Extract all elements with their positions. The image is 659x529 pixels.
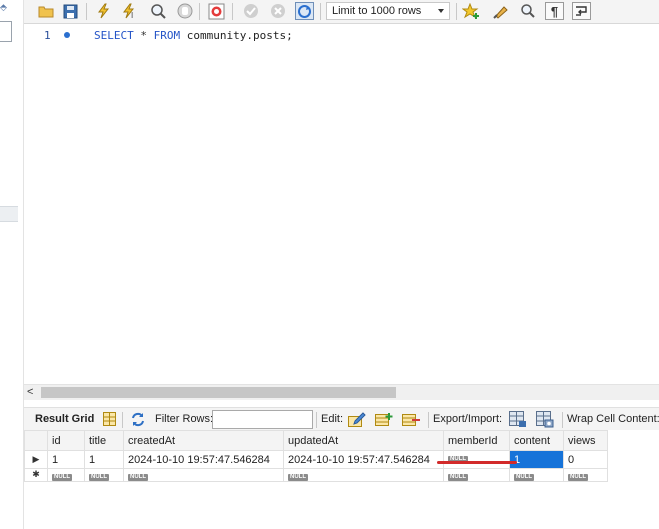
- column-header-content[interactable]: content: [509, 430, 564, 451]
- explain-icon[interactable]: [148, 2, 167, 20]
- grid-view-icon[interactable]: [103, 412, 116, 429]
- null-badge: NULL: [514, 474, 534, 481]
- result-grid-tab[interactable]: Result Grid: [35, 413, 94, 425]
- execute-current-icon[interactable]: I: [120, 2, 139, 20]
- side-input-box[interactable]: [0, 21, 12, 42]
- cell-id[interactable]: 1: [47, 450, 85, 469]
- toolbar-separator: [456, 3, 457, 20]
- new-cell-id[interactable]: NULL: [47, 468, 85, 482]
- new-cell-createdAt[interactable]: NULL: [123, 468, 284, 482]
- filter-rows-label: Filter Rows:: [155, 413, 214, 425]
- cell-createdAt[interactable]: 2024-10-10 19:57:47.546284: [123, 450, 284, 469]
- null-badge: NULL: [128, 474, 148, 481]
- column-header-views[interactable]: views: [563, 430, 608, 451]
- cell-views[interactable]: 0: [563, 450, 608, 469]
- column-header-createdAt[interactable]: createdAt: [123, 430, 284, 451]
- add-snippet-star-icon[interactable]: [461, 2, 480, 20]
- sql-keyword-select: SELECT: [94, 29, 134, 42]
- add-row-icon[interactable]: [375, 411, 393, 430]
- rollback-icon[interactable]: [268, 2, 287, 20]
- sql-table-name: community.posts;: [180, 29, 293, 42]
- toolbar-separator: [320, 3, 321, 20]
- sql-editor[interactable]: 1 SELECT * FROM community.posts;: [24, 24, 659, 383]
- column-header-id[interactable]: id: [47, 430, 85, 451]
- toolbar-separator: [562, 412, 563, 428]
- svg-text:I: I: [131, 11, 133, 19]
- null-badge: NULL: [89, 474, 109, 481]
- sql-star: *: [133, 29, 154, 42]
- new-row[interactable]: ✱ NULL NULL NULL NULL NULL NULL NULL: [24, 468, 608, 482]
- toolbar-separator: [122, 412, 123, 428]
- limit-rows-select[interactable]: Limit to 1000 rows: [326, 2, 450, 20]
- toolbar-separator: [316, 412, 317, 428]
- corner-header: [24, 430, 48, 451]
- new-cell-updatedAt[interactable]: NULL: [283, 468, 444, 482]
- execute-icon[interactable]: [94, 2, 113, 20]
- red-underline-annotation: [437, 461, 517, 464]
- cell-title[interactable]: 1: [84, 450, 124, 469]
- refresh-icon[interactable]: [130, 412, 146, 430]
- new-cell-views[interactable]: NULL: [563, 468, 608, 482]
- cell-memberId[interactable]: NULL: [443, 450, 510, 469]
- find-replace-icon[interactable]: [518, 2, 537, 20]
- commit-icon[interactable]: [241, 2, 260, 20]
- null-badge: NULL: [288, 474, 308, 481]
- toolbar-separator: [232, 3, 233, 20]
- result-table: id title createdAt updatedAt memberId co…: [24, 430, 608, 482]
- navigator-arrow-icon[interactable]: ⬘: [0, 2, 7, 13]
- cell-content-selected[interactable]: 1: [509, 450, 564, 469]
- table-row[interactable]: ▶ 1 1 2024-10-10 19:57:47.546284 2024-10…: [24, 450, 608, 469]
- statement-marker-icon: [64, 32, 70, 38]
- filter-rows-input[interactable]: [212, 410, 313, 429]
- current-row-marker-icon: ▶: [24, 450, 48, 469]
- chevron-down-icon: [438, 9, 444, 13]
- word-wrap-icon[interactable]: [572, 2, 591, 20]
- side-selected-band: [0, 206, 18, 222]
- toolbar-separator: [428, 412, 429, 428]
- left-side-panel: ⬘: [0, 0, 24, 529]
- scroll-left-arrow-icon[interactable]: <: [27, 386, 33, 398]
- import-icon[interactable]: [536, 411, 554, 431]
- sql-keyword-from: FROM: [153, 29, 181, 42]
- toggle-error-icon[interactable]: [207, 2, 226, 20]
- delete-row-icon[interactable]: [402, 411, 420, 430]
- null-badge: NULL: [568, 474, 588, 481]
- line-number: 1: [44, 29, 51, 42]
- column-header-title[interactable]: title: [84, 430, 124, 451]
- scrollbar-thumb[interactable]: [41, 387, 396, 398]
- column-header-memberId[interactable]: memberId: [443, 430, 510, 451]
- export-import-label: Export/Import:: [433, 413, 503, 425]
- new-cell-memberId[interactable]: NULL: [443, 468, 510, 482]
- null-badge: NULL: [52, 474, 72, 481]
- table-header-row: id title createdAt updatedAt memberId co…: [24, 430, 608, 451]
- wrap-cell-content-label: Wrap Cell Content:: [567, 413, 659, 425]
- toolbar-separator: [199, 3, 200, 20]
- export-icon[interactable]: [509, 411, 527, 431]
- limit-rows-label: Limit to 1000 rows: [332, 5, 422, 17]
- invisible-chars-icon[interactable]: ¶: [545, 2, 564, 20]
- open-folder-icon[interactable]: [36, 2, 55, 20]
- new-cell-title[interactable]: NULL: [84, 468, 124, 482]
- result-grid: id title createdAt updatedAt memberId co…: [24, 430, 659, 529]
- save-icon[interactable]: [61, 2, 80, 20]
- edit-row-icon[interactable]: [348, 411, 366, 430]
- null-badge: NULL: [448, 474, 468, 481]
- new-cell-content[interactable]: NULL: [509, 468, 564, 482]
- edit-label: Edit:: [321, 413, 344, 425]
- sql-editor-toolbar: I Limit to 1000 rows ¶: [24, 0, 659, 24]
- result-grid-toolbar: Result Grid Filter Rows: Edit: Export/Im…: [24, 407, 659, 431]
- sql-statement-line[interactable]: SELECT * FROM community.posts;: [94, 29, 293, 42]
- beautify-brush-icon[interactable]: [492, 2, 511, 20]
- new-row-marker-icon: ✱: [24, 468, 48, 482]
- editor-horizontal-scrollbar[interactable]: <: [24, 384, 659, 400]
- stop-icon[interactable]: [175, 2, 194, 20]
- cell-updatedAt[interactable]: 2024-10-10 19:57:47.546284: [283, 450, 444, 469]
- column-header-updatedAt[interactable]: updatedAt: [283, 430, 444, 451]
- autocommit-icon[interactable]: [295, 2, 314, 20]
- toolbar-separator: [86, 3, 87, 20]
